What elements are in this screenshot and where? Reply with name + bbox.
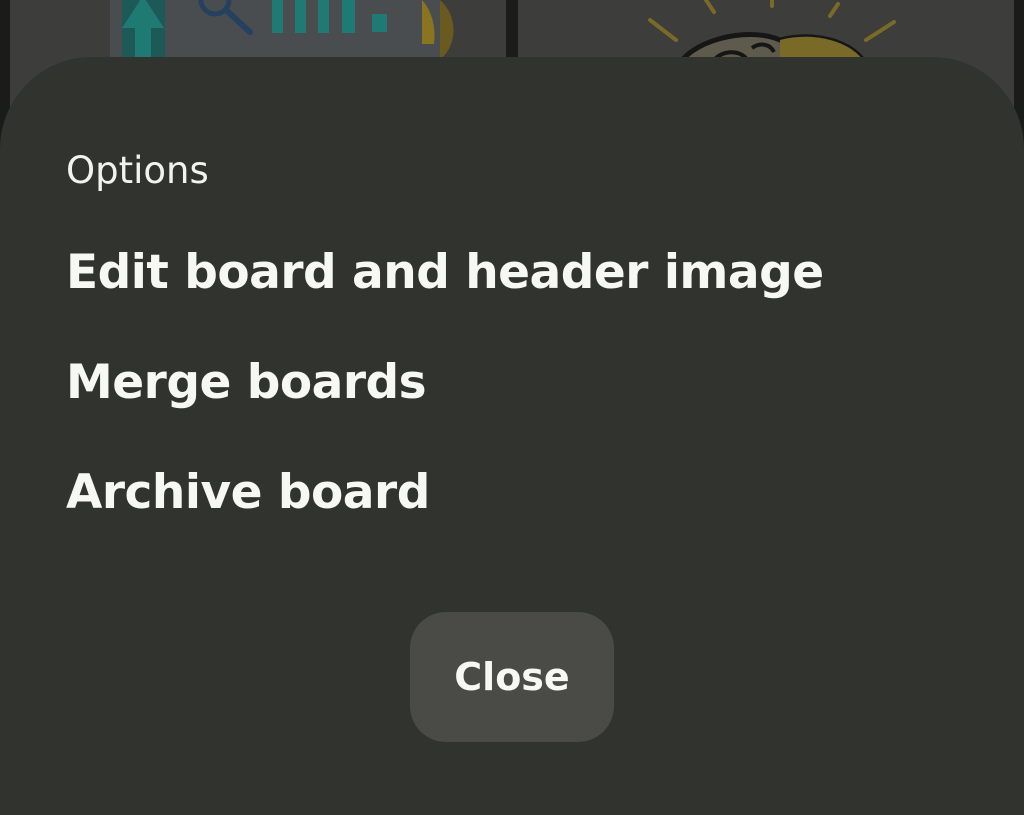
close-button[interactable]: Close bbox=[410, 612, 614, 742]
options-bottom-sheet: Options Edit board and header image Merg… bbox=[0, 57, 1024, 815]
menu-item-merge-boards[interactable]: Merge boards bbox=[66, 351, 824, 461]
menu-item-edit-board[interactable]: Edit board and header image bbox=[66, 241, 824, 351]
screen: Options Edit board and header image Merg… bbox=[0, 0, 1024, 815]
options-menu: Edit board and header image Merge boards… bbox=[66, 241, 824, 571]
sheet-title: Options bbox=[66, 149, 209, 192]
menu-item-archive-board[interactable]: Archive board bbox=[66, 461, 824, 571]
